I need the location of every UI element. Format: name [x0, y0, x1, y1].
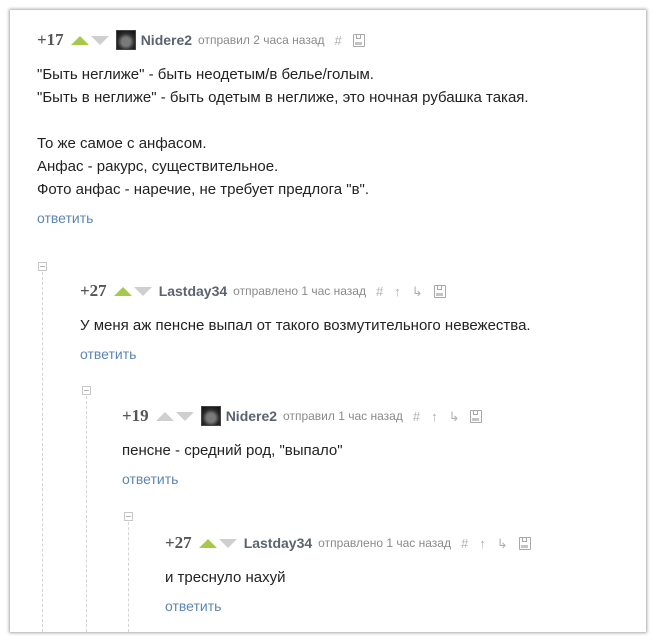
comment: +19 Nidere2 отправил 1 час назад # ↑ ↳ п… [122, 406, 483, 489]
collapse-thread-button[interactable] [38, 262, 47, 271]
thread-line-level-3 [128, 522, 129, 632]
hash-icon[interactable]: # [461, 537, 468, 550]
save-icon[interactable] [433, 284, 446, 298]
comment-time: отправлено 1 час назад [318, 536, 451, 550]
comment-time: отправил 1 час назад [283, 409, 403, 423]
reply-link[interactable]: ответить [165, 598, 221, 614]
comment-author[interactable]: Nidere2 [141, 32, 192, 48]
upvote-icon[interactable] [155, 411, 174, 421]
save-icon[interactable] [352, 33, 365, 47]
comment-author[interactable]: Lastday34 [244, 535, 312, 551]
comment-rating: +27 [80, 281, 107, 300]
comment-rating: +19 [122, 406, 149, 425]
comment-time: отправил 2 часа назад [198, 33, 325, 47]
comment-author[interactable]: Lastday34 [159, 283, 227, 299]
comment: +27 Lastday34 отправлено 1 час назад # ↑… [80, 281, 531, 364]
comment-text-line: "Быть в неглиже" - быть одетым в неглиже… [37, 89, 529, 106]
parent-comment-icon[interactable]: ↑ [431, 410, 438, 423]
comment-text-line: "Быть неглиже" - быть неодетым/в белье/г… [37, 66, 374, 83]
parent-comment-icon[interactable]: ↑ [479, 537, 486, 550]
upvote-icon[interactable] [198, 538, 217, 548]
downvote-icon[interactable] [133, 286, 152, 296]
downvote-icon[interactable] [218, 538, 237, 548]
comment-rating: +17 [37, 30, 64, 49]
comment-text-line: Фото анфас - наречие, не требует предлог… [37, 181, 370, 198]
comment-rating: +27 [165, 533, 192, 552]
branch-icon[interactable]: ↳ [412, 285, 423, 298]
upvote-icon[interactable] [113, 286, 132, 296]
comment-time: отправлено 1 час назад [233, 284, 366, 298]
reply-link[interactable]: ответить [122, 471, 178, 487]
save-icon[interactable] [518, 536, 531, 550]
comment-header: +17 Nidere2 отправил 2 часа назад # [37, 30, 529, 50]
comment-body: "Быть неглиже" - быть неодетым/в белье/г… [37, 63, 529, 201]
comment-text-line: Анфас - ракурс, существительное. [37, 158, 279, 175]
hash-icon[interactable]: # [335, 34, 342, 47]
comment-header: +19 Nidere2 отправил 1 час назад # ↑ ↳ [122, 406, 483, 426]
reply-link[interactable]: ответить [37, 210, 93, 226]
comment: +17 Nidere2 отправил 2 часа назад # "Быт… [37, 30, 529, 228]
comment-text-gap [37, 109, 529, 132]
comment-body: и треснуло нахуй [165, 566, 531, 589]
save-icon[interactable] [470, 409, 483, 423]
downvote-icon[interactable] [90, 35, 109, 45]
collapse-thread-button[interactable] [124, 512, 133, 521]
branch-icon[interactable]: ↳ [449, 410, 460, 423]
hash-icon[interactable]: # [376, 285, 383, 298]
upvote-icon[interactable] [70, 35, 89, 45]
thread-line-level-2 [86, 396, 87, 632]
comment-body: У меня аж пенсне выпал от такого возмути… [80, 314, 531, 337]
avatar[interactable] [200, 406, 221, 426]
collapse-thread-button[interactable] [82, 386, 91, 395]
branch-icon[interactable]: ↳ [497, 537, 508, 550]
thread-line-level-1 [42, 272, 43, 632]
reply-link[interactable]: ответить [80, 346, 136, 362]
comment-header: +27 Lastday34 отправлено 1 час назад # ↑… [80, 281, 531, 301]
avatar[interactable] [115, 30, 136, 50]
comment-text-line: пенсне - средний род, "выпало" [122, 442, 343, 459]
parent-comment-icon[interactable]: ↑ [394, 285, 401, 298]
comment-text-line: То же самое с анфасом. [37, 135, 207, 152]
comment-header: +27 Lastday34 отправлено 1 час назад # ↑… [165, 533, 531, 553]
comments-panel: +17 Nidere2 отправил 2 часа назад # "Быт… [10, 10, 646, 632]
comment-text-line: и треснуло нахуй [165, 569, 286, 586]
comment-text-line: У меня аж пенсне выпал от такого возмути… [80, 317, 531, 334]
comment-author[interactable]: Nidere2 [226, 408, 277, 424]
comment: +27 Lastday34 отправлено 1 час назад # ↑… [165, 533, 531, 616]
downvote-icon[interactable] [175, 411, 194, 421]
hash-icon[interactable]: # [413, 410, 420, 423]
comment-body: пенсне - средний род, "выпало" [122, 439, 482, 462]
